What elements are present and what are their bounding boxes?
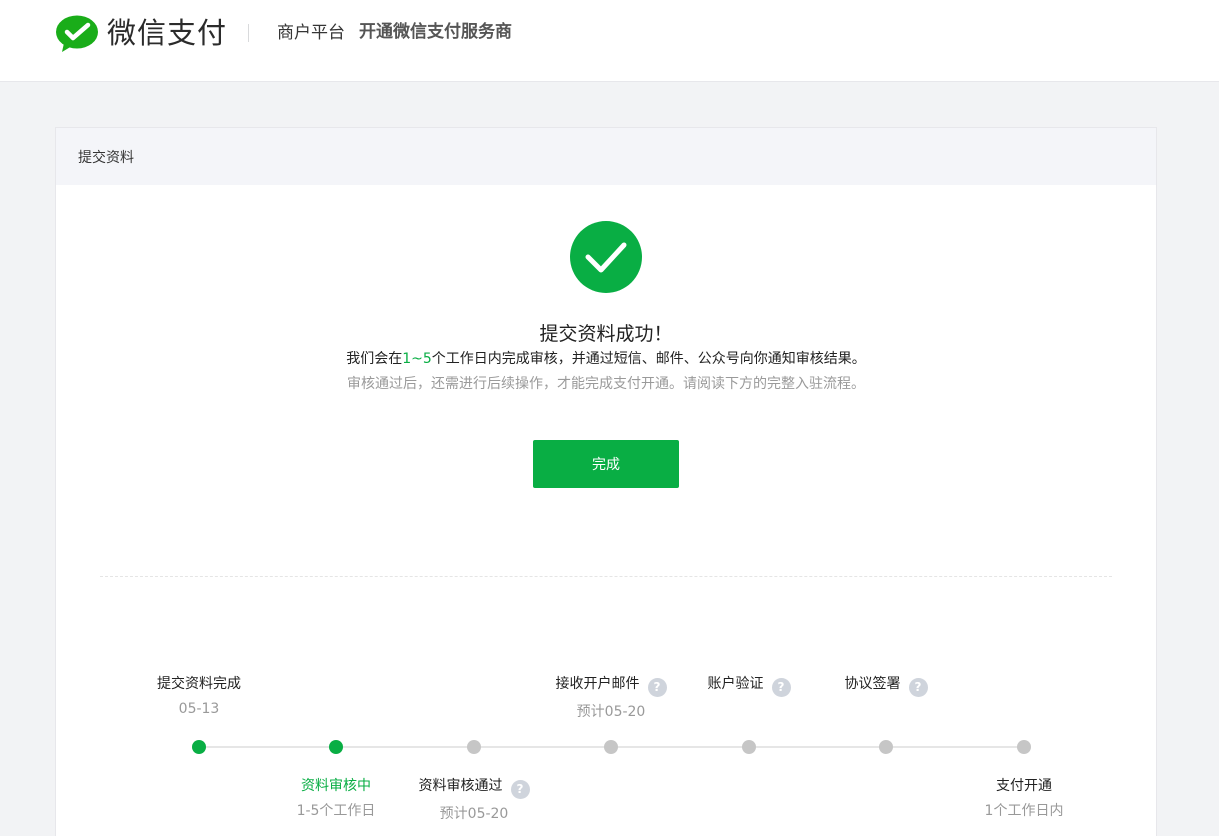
top-bar: 微信支付 商户平台 开通微信支付服务商 [0, 0, 1219, 82]
page-subtitle: 开通微信支付服务商 [359, 22, 512, 42]
platform-name: 商户平台 [277, 23, 345, 43]
step-date: 05-13 [178, 701, 220, 717]
submission-card: 提交资料 提交资料成功！ 我们会在1~5个工作日内完成审核，并通过短信、邮件、公… [55, 127, 1157, 836]
help-icon[interactable]: ? [771, 678, 791, 697]
step-label: 协议签署 [844, 676, 901, 692]
step-payment-enabled: 支付开通 1个工作日内 [934, 776, 1114, 821]
review-notice: 我们会在1~5个工作日内完成审核，并通过短信、邮件、公众号向你通知审核结果。 [56, 349, 1156, 369]
card-header: 提交资料 [56, 128, 1156, 185]
header-divider [248, 24, 249, 42]
brand-name[interactable]: 微信支付 [107, 14, 227, 52]
timeline-dot-5 [742, 740, 756, 754]
help-icon[interactable]: ? [510, 780, 530, 799]
section-divider [100, 576, 1112, 577]
timeline-dot-2 [329, 740, 343, 754]
step-date: 预计05-20 [576, 704, 646, 720]
success-title: 提交资料成功！ [539, 323, 673, 345]
timeline-dot-1 [192, 740, 206, 754]
step-label-row: 资料审核通过? [384, 776, 564, 799]
step-label: 支付开通 [996, 778, 1052, 794]
timeline-dot-6 [879, 740, 893, 754]
help-icon[interactable]: ? [908, 678, 928, 697]
step-review-passed: 资料审核通过? 预计05-20 [384, 776, 564, 824]
done-button[interactable]: 完成 [533, 440, 679, 488]
notice-suffix: 个工作日内完成审核，并通过短信、邮件、公众号向你通知审核结果。 [431, 351, 866, 367]
step-label: 资料审核通过 [418, 778, 503, 794]
notice-highlight: 1~5 [402, 351, 432, 367]
notice-prefix: 我们会在 [346, 351, 403, 367]
step-label-row: 协议签署? [796, 674, 976, 697]
follow-up-hint: 审核通过后，还需进行后续操作，才能完成支付开通。请阅读下方的完整入驻流程。 [347, 376, 865, 392]
step-agreement-sign: 协议签署? [796, 674, 976, 697]
timeline-dot-4 [604, 740, 618, 754]
step-label: 接收开户邮件 [555, 676, 640, 692]
step-submit-done: 提交资料完成 05-13 [109, 674, 289, 719]
step-duration: 1个工作日内 [984, 803, 1064, 819]
step-label: 提交资料完成 [157, 676, 241, 692]
step-label: 账户验证 [707, 676, 764, 692]
wechat-pay-logo-icon[interactable] [56, 15, 98, 53]
step-date: 预计05-20 [439, 806, 509, 822]
success-check-icon [570, 221, 642, 293]
timeline-dot-7 [1017, 740, 1031, 754]
timeline-dot-3 [467, 740, 481, 754]
